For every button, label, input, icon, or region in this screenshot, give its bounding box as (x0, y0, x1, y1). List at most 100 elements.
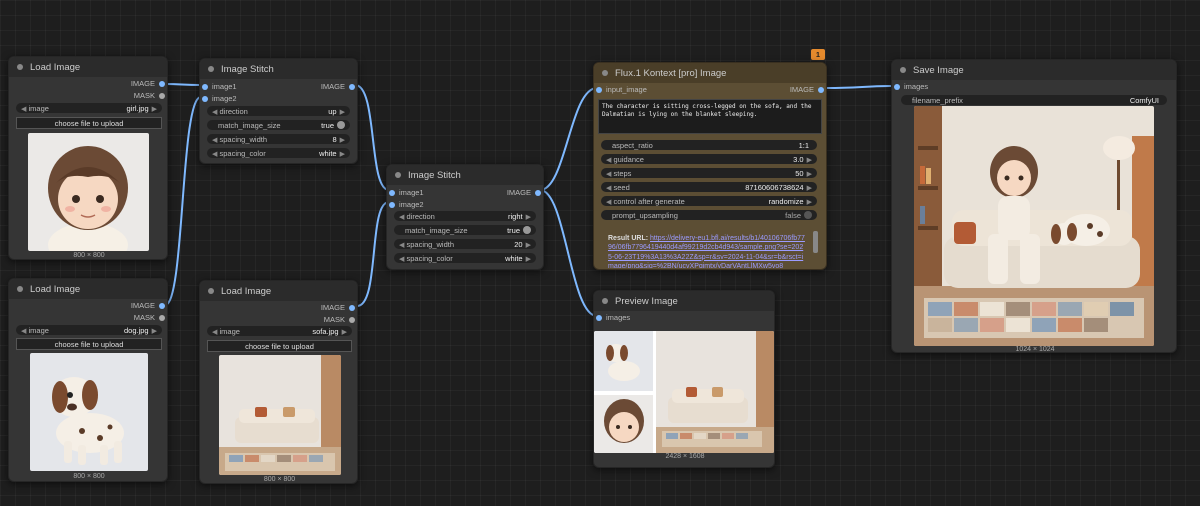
load-image-node-dog[interactable]: Load Image IMAGE MASK ◀ image dog.jpg ▶ c… (8, 278, 168, 482)
output-image[interactable]: IMAGE (131, 79, 165, 88)
input-dot[interactable] (202, 83, 208, 90)
output-dot[interactable] (535, 189, 541, 196)
arrow-left-icon[interactable]: ◀ (212, 329, 217, 336)
spacing-width-widget[interactable]: ◀ spacing_width 20 ▶ (394, 239, 536, 249)
toggle-on-icon[interactable] (523, 226, 531, 234)
spacing-color-widget[interactable]: ◀ spacing_color white ▶ (394, 253, 536, 263)
input-dot[interactable] (894, 83, 900, 90)
arrow-right-icon[interactable]: ▶ (152, 106, 157, 113)
node-title-bar[interactable]: Image Stitch (200, 59, 357, 79)
match-image-size-toggle[interactable]: match_image_size true (394, 225, 536, 235)
input-images[interactable]: images (894, 82, 928, 91)
input-image1[interactable]: image1 (202, 82, 237, 91)
choose-file-button[interactable]: choose file to upload (16, 338, 162, 350)
input-image2[interactable]: image2 (389, 200, 424, 209)
arrow-left-icon[interactable]: ◀ (212, 109, 217, 116)
aspect-ratio-field[interactable]: aspect_ratio 1:1 (601, 140, 817, 150)
flux-kontext-pro-node[interactable]: Flux.1 Kontext [pro] Image input_image I… (593, 62, 827, 270)
arrow-right-icon[interactable]: ▶ (807, 199, 812, 206)
arrow-left-icon[interactable]: ◀ (21, 106, 26, 113)
arrow-left-icon[interactable]: ◀ (606, 185, 611, 192)
toggle-off-icon[interactable] (804, 211, 812, 219)
input-image2[interactable]: image2 (202, 94, 237, 103)
output-image[interactable]: IMAGE (321, 82, 355, 91)
node-collapse-dot[interactable] (602, 298, 608, 304)
arrow-right-icon[interactable]: ▶ (526, 256, 531, 263)
output-dot[interactable] (349, 83, 355, 90)
arrow-left-icon[interactable]: ◀ (399, 242, 404, 249)
arrow-right-icon[interactable]: ▶ (526, 242, 531, 249)
input-dot[interactable] (202, 95, 208, 102)
node-title-bar[interactable]: Flux.1 Kontext [pro] Image (594, 63, 826, 83)
result-scrollbar[interactable] (813, 231, 818, 253)
input-dot[interactable] (389, 201, 395, 208)
guidance-widget[interactable]: ◀ guidance 3.0 ▶ (601, 154, 817, 164)
node-title-bar[interactable]: Image Stitch (387, 165, 543, 185)
output-mask[interactable]: MASK (324, 315, 355, 324)
prompt-upsampling-toggle[interactable]: prompt_upsampling false (601, 210, 817, 220)
arrow-left-icon[interactable]: ◀ (212, 137, 217, 144)
arrow-left-icon[interactable]: ◀ (21, 328, 26, 335)
output-dot[interactable] (159, 314, 165, 321)
input-images[interactable]: images (596, 313, 630, 322)
spacing-width-widget[interactable]: ◀ spacing_width 8 ▶ (207, 134, 350, 144)
node-collapse-dot[interactable] (900, 67, 906, 73)
seed-widget[interactable]: ◀ seed 87160606738624 ▶ (601, 182, 817, 192)
node-title-bar[interactable]: Save Image (892, 60, 1176, 80)
output-image[interactable]: IMAGE (790, 85, 824, 94)
output-mask[interactable]: MASK (134, 91, 165, 100)
arrow-right-icon[interactable]: ▶ (807, 171, 812, 178)
output-image[interactable]: IMAGE (131, 301, 165, 310)
prompt-textarea[interactable]: The character is sitting cross-legged on… (598, 99, 822, 134)
input-image[interactable]: input_image (596, 85, 647, 94)
output-dot[interactable] (159, 302, 165, 309)
input-dot[interactable] (389, 189, 395, 196)
output-dot[interactable] (349, 316, 355, 323)
match-image-size-toggle[interactable]: match_image_size true (207, 120, 350, 130)
output-mask[interactable]: MASK (134, 313, 165, 322)
arrow-right-icon[interactable]: ▶ (526, 214, 531, 221)
image-stitch-node-1[interactable]: Image Stitch image1 image2 IMAGE ◀ direc… (199, 58, 358, 164)
image-select-widget[interactable]: ◀ image dog.jpg ▶ (16, 325, 162, 335)
image-stitch-node-2[interactable]: Image Stitch image1 image2 IMAGE ◀ direc… (386, 164, 544, 270)
arrow-left-icon[interactable]: ◀ (606, 171, 611, 178)
preview-image-node[interactable]: Preview Image images 2428 × 1608 (593, 290, 775, 468)
arrow-right-icon[interactable]: ▶ (152, 328, 157, 335)
output-dot[interactable] (818, 86, 824, 93)
arrow-left-icon[interactable]: ◀ (399, 214, 404, 221)
node-collapse-dot[interactable] (602, 70, 608, 76)
node-title-bar[interactable]: Load Image (200, 281, 357, 301)
arrow-right-icon[interactable]: ▶ (340, 151, 345, 158)
load-image-node-sofa[interactable]: Load Image IMAGE MASK ◀ image sofa.jpg ▶ … (199, 280, 358, 484)
spacing-color-widget[interactable]: ◀ spacing_color white ▶ (207, 148, 350, 158)
node-title-bar[interactable]: Load Image (9, 279, 167, 299)
toggle-on-icon[interactable] (337, 121, 345, 129)
arrow-right-icon[interactable]: ▶ (340, 137, 345, 144)
input-image1[interactable]: image1 (389, 188, 424, 197)
node-collapse-dot[interactable] (17, 64, 23, 70)
input-dot[interactable] (596, 86, 602, 93)
load-image-node-girl[interactable]: Load Image IMAGE MASK ◀ image girl.jpg ▶ … (8, 56, 168, 260)
node-collapse-dot[interactable] (17, 286, 23, 292)
steps-widget[interactable]: ◀ steps 50 ▶ (601, 168, 817, 178)
input-dot[interactable] (596, 314, 602, 321)
choose-file-button[interactable]: choose file to upload (16, 117, 162, 129)
direction-widget[interactable]: ◀ direction up ▶ (207, 106, 350, 116)
control-after-generate-widget[interactable]: ◀ control after generate randomize ▶ (601, 196, 817, 206)
output-dot[interactable] (349, 304, 355, 311)
save-image-node[interactable]: Save Image images filename_prefix ComfyU… (891, 59, 1177, 353)
arrow-right-icon[interactable]: ▶ (807, 157, 812, 164)
image-select-widget[interactable]: ◀ image girl.jpg ▶ (16, 103, 162, 113)
direction-widget[interactable]: ◀ direction right ▶ (394, 211, 536, 221)
arrow-left-icon[interactable]: ◀ (212, 151, 217, 158)
node-collapse-dot[interactable] (395, 172, 401, 178)
node-title-bar[interactable]: Load Image (9, 57, 167, 77)
arrow-right-icon[interactable]: ▶ (342, 329, 347, 336)
arrow-right-icon[interactable]: ▶ (340, 109, 345, 116)
choose-file-button[interactable]: choose file to upload (207, 340, 352, 352)
arrow-left-icon[interactable]: ◀ (399, 256, 404, 263)
arrow-left-icon[interactable]: ◀ (606, 199, 611, 206)
output-dot[interactable] (159, 80, 165, 87)
output-image[interactable]: IMAGE (507, 188, 541, 197)
image-select-widget[interactable]: ◀ image sofa.jpg ▶ (207, 326, 352, 336)
